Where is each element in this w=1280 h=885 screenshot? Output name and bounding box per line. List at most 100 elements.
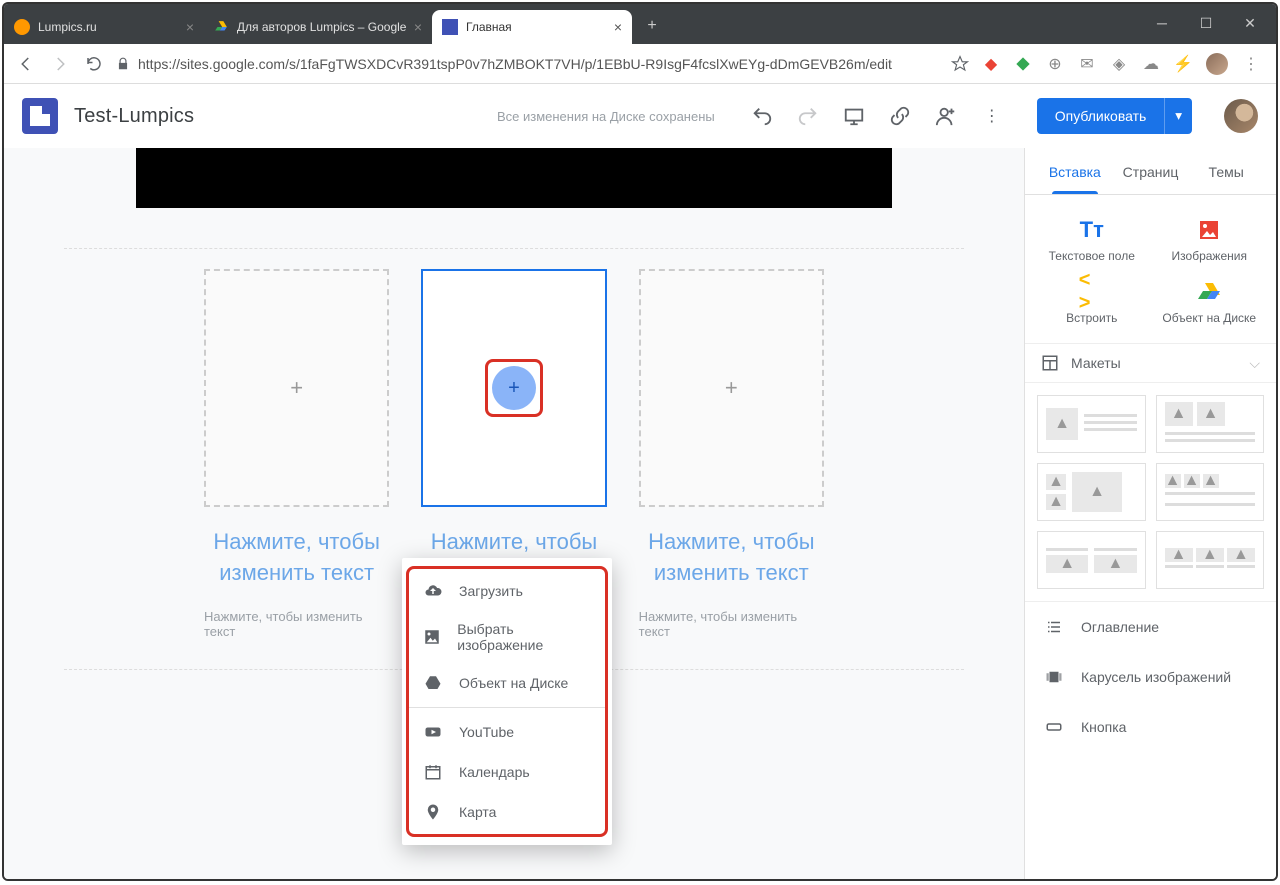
sidebar-tabs: Вставка Страниц Темы bbox=[1025, 148, 1276, 195]
drive-icon bbox=[423, 673, 443, 693]
tab-title: Для авторов Lumpics – Google Д bbox=[237, 20, 406, 34]
browser-tab-active[interactable]: Главная × bbox=[432, 10, 632, 44]
qi-label: Встроить bbox=[1066, 311, 1117, 325]
images-icon bbox=[1196, 217, 1222, 243]
ext-icon[interactable]: ☁ bbox=[1142, 55, 1160, 73]
browser-tab[interactable]: Для авторов Lumpics – Google Д × bbox=[204, 10, 432, 44]
profile-avatar-icon[interactable] bbox=[1206, 53, 1228, 75]
preview-button[interactable] bbox=[843, 105, 865, 127]
layout-option[interactable]: ▲ bbox=[1037, 395, 1146, 453]
header-actions: ⋮ bbox=[751, 105, 1003, 127]
layout-option[interactable]: ▲▲ bbox=[1156, 395, 1265, 453]
tab-themes[interactable]: Темы bbox=[1188, 148, 1264, 194]
calendar-icon bbox=[423, 762, 443, 782]
window-controls: ─ ☐ ✕ bbox=[1136, 15, 1276, 44]
more-button[interactable]: ⋮ bbox=[981, 105, 1003, 127]
forward-button[interactable] bbox=[48, 52, 72, 76]
popup-label: Календарь bbox=[459, 764, 530, 780]
drive-icon bbox=[214, 19, 229, 35]
collapse-icon[interactable]: ⌵ bbox=[1249, 355, 1260, 372]
popup-item-upload[interactable]: Загрузить bbox=[409, 571, 605, 611]
sidebar-item-button[interactable]: Кнопка bbox=[1025, 702, 1276, 752]
app-header: Test-Lumpics Все изменения на Диске сохр… bbox=[4, 84, 1276, 148]
close-icon[interactable]: × bbox=[186, 19, 194, 35]
close-window-icon[interactable]: ✕ bbox=[1240, 15, 1260, 32]
ext-icon[interactable]: ◆ bbox=[982, 55, 1000, 73]
ext-icon[interactable] bbox=[1014, 55, 1032, 73]
url-field[interactable]: https://sites.google.com/s/1faFgTWSXDCvR… bbox=[116, 56, 938, 72]
document-title[interactable]: Test-Lumpics bbox=[74, 105, 194, 128]
item-label: Оглавление bbox=[1081, 619, 1159, 635]
qi-label: Текстовое поле bbox=[1049, 249, 1135, 263]
popup-item-drive[interactable]: Объект на Диске bbox=[409, 663, 605, 703]
new-tab-button[interactable]: + bbox=[638, 12, 666, 40]
ext-icon[interactable]: ◈ bbox=[1110, 55, 1128, 73]
reload-button[interactable] bbox=[82, 52, 106, 76]
layout-option[interactable]: ▲▲ bbox=[1037, 531, 1146, 589]
publish-group: Опубликовать ▾ bbox=[1037, 98, 1192, 134]
tab-pages[interactable]: Страниц bbox=[1113, 148, 1189, 194]
placeholder-subtitle[interactable]: Нажмите, чтобы изменить текст bbox=[639, 609, 824, 639]
image-placeholder-selected[interactable]: + bbox=[421, 269, 606, 507]
sidebar: Вставка Страниц Темы Тᴛ Текстовое поле И… bbox=[1024, 148, 1276, 879]
sidebar-item-carousel[interactable]: Карусель изображений bbox=[1025, 652, 1276, 702]
tab-insert[interactable]: Вставка bbox=[1037, 148, 1113, 194]
popup-label: Объект на Диске bbox=[459, 675, 568, 691]
insert-drive[interactable]: Объект на Диске bbox=[1151, 271, 1269, 333]
workspace: + Нажмите, чтобы изменить текст Нажмите,… bbox=[4, 148, 1276, 879]
placeholder-title[interactable]: Нажмите, чтобы изменить текст bbox=[204, 527, 389, 589]
add-content-button[interactable]: + bbox=[492, 366, 536, 410]
sidebar-item-toc[interactable]: Оглавление bbox=[1025, 602, 1276, 652]
sites-icon bbox=[442, 19, 458, 35]
layout-grid: ▲ ▲▲ ▲▲ ▲ ▲▲▲ ▲▲ ▲▲▲ bbox=[1025, 383, 1276, 601]
sites-logo-icon[interactable] bbox=[22, 98, 58, 134]
user-avatar[interactable] bbox=[1224, 99, 1258, 133]
placeholder-title[interactable]: Нажмите, чтобы изменить текст bbox=[639, 527, 824, 589]
embed-icon: < > bbox=[1079, 279, 1105, 305]
button-icon bbox=[1045, 718, 1065, 736]
youtube-icon bbox=[423, 722, 443, 742]
canvas[interactable]: + Нажмите, чтобы изменить текст Нажмите,… bbox=[4, 148, 1024, 879]
qi-label: Объект на Диске bbox=[1162, 311, 1256, 325]
popup-item-map[interactable]: Карта bbox=[409, 792, 605, 832]
publish-button[interactable]: Опубликовать bbox=[1037, 98, 1165, 134]
popup-item-calendar[interactable]: Календарь bbox=[409, 752, 605, 792]
item-label: Карусель изображений bbox=[1081, 669, 1231, 685]
save-status: Все изменения на Диске сохранены bbox=[497, 109, 715, 124]
redo-button[interactable] bbox=[797, 105, 819, 127]
layout-option[interactable]: ▲▲▲ bbox=[1156, 531, 1265, 589]
image-placeholder[interactable]: + bbox=[639, 269, 824, 507]
popup-item-select-image[interactable]: Выбрать изображение bbox=[409, 611, 605, 663]
close-icon[interactable]: × bbox=[614, 19, 622, 35]
star-icon[interactable] bbox=[948, 52, 972, 76]
minimize-icon[interactable]: ─ bbox=[1152, 15, 1172, 32]
link-button[interactable] bbox=[889, 105, 911, 127]
insert-images[interactable]: Изображения bbox=[1151, 209, 1269, 271]
share-button[interactable] bbox=[935, 105, 957, 127]
layouts-icon bbox=[1041, 354, 1059, 372]
layout-option[interactable]: ▲▲▲ bbox=[1156, 463, 1265, 521]
browser-tab[interactable]: Lumpics.ru × bbox=[4, 10, 204, 44]
popup-label: YouTube bbox=[459, 724, 514, 740]
popup-item-youtube[interactable]: YouTube bbox=[409, 712, 605, 752]
placeholder-subtitle[interactable]: Нажмите, чтобы изменить текст bbox=[204, 609, 389, 639]
maximize-icon[interactable]: ☐ bbox=[1196, 15, 1216, 32]
header-block[interactable] bbox=[136, 148, 892, 208]
insert-embed[interactable]: < > Встроить bbox=[1033, 271, 1151, 333]
publish-dropdown[interactable]: ▾ bbox=[1164, 98, 1192, 134]
carousel-icon bbox=[1045, 668, 1065, 686]
undo-button[interactable] bbox=[751, 105, 773, 127]
sidebar-item-list: Оглавление Карусель изображений Кнопка bbox=[1025, 601, 1276, 752]
ext-icon[interactable]: ⚡ bbox=[1174, 55, 1192, 73]
layout-option[interactable]: ▲▲ ▲ bbox=[1037, 463, 1146, 521]
back-button[interactable] bbox=[14, 52, 38, 76]
tab-title: Lumpics.ru bbox=[38, 20, 97, 34]
ext-icon[interactable]: ⊕ bbox=[1046, 55, 1064, 73]
menu-icon[interactable]: ⋮ bbox=[1242, 55, 1260, 73]
insert-text-box[interactable]: Тᴛ Текстовое поле bbox=[1033, 209, 1151, 271]
layouts-header[interactable]: Макеты ⌵ bbox=[1025, 343, 1276, 383]
popup-label: Карта bbox=[459, 804, 496, 820]
close-icon[interactable]: × bbox=[414, 19, 422, 35]
ext-icon[interactable]: ✉ bbox=[1078, 55, 1096, 73]
image-placeholder[interactable]: + bbox=[204, 269, 389, 507]
